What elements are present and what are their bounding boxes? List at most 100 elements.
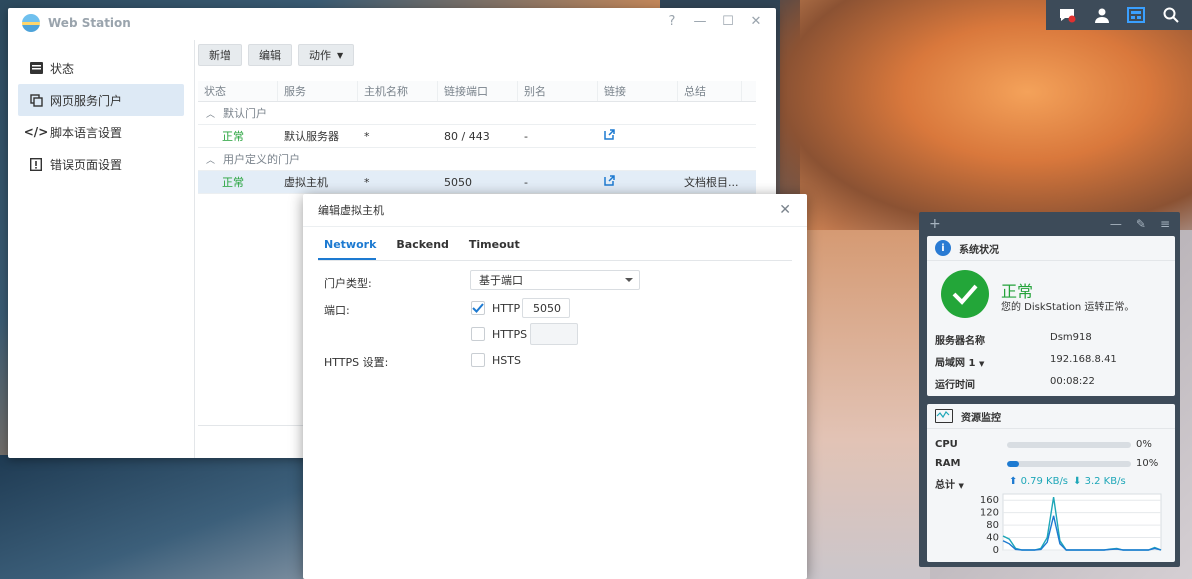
table-group-header[interactable]: ︿ 用户定义的门户 bbox=[198, 148, 756, 171]
download-rate: ⬇ 3.2 KB/s bbox=[1073, 476, 1126, 487]
chart-ytick-label: 120 bbox=[980, 508, 999, 519]
http-checkbox[interactable] bbox=[471, 301, 485, 315]
column-header[interactable]: 总结 bbox=[678, 81, 742, 101]
ram-bar bbox=[1007, 461, 1131, 467]
cell-summary: 文档根目... bbox=[684, 176, 739, 189]
web-station-logo-icon bbox=[22, 14, 40, 32]
caret-down-icon bbox=[625, 278, 633, 282]
http-label: HTTP bbox=[492, 302, 521, 315]
cell-service: 默认服务器 bbox=[284, 130, 339, 143]
ram-bar-fill bbox=[1007, 461, 1020, 467]
monitor-icon bbox=[935, 409, 953, 423]
info-icon: i bbox=[935, 240, 951, 256]
dialog-title[interactable]: 编辑虚拟主机 bbox=[303, 194, 807, 227]
chart-ytick-label: 160 bbox=[980, 495, 999, 506]
info-row: 运行时间 00:08:22 bbox=[935, 376, 1095, 391]
widgets-icon[interactable] bbox=[1125, 4, 1147, 26]
ram-percent: 10% bbox=[1136, 458, 1159, 469]
tab-network[interactable]: Network bbox=[324, 238, 376, 257]
edit-virtual-host-dialog: 编辑虚拟主机 ✕ Network Backend Timeout 门户类型: 基… bbox=[303, 194, 807, 579]
https-label: HTTPS bbox=[492, 328, 528, 341]
column-header[interactable]: 别名 bbox=[518, 81, 598, 101]
tab-timeout[interactable]: Timeout bbox=[469, 238, 520, 257]
column-header[interactable]: 链接 bbox=[598, 81, 678, 101]
cpu-bar bbox=[1007, 442, 1131, 448]
column-header[interactable]: 主机名称 bbox=[358, 81, 438, 101]
upload-arrow-icon: ⬆ bbox=[1009, 476, 1018, 487]
sidebar-item-script[interactable]: </> 脚本语言设置 bbox=[18, 116, 184, 148]
table-group-header[interactable]: ︿ 默认门户 bbox=[198, 102, 756, 125]
error-page-icon bbox=[28, 157, 44, 171]
system-health-widget: i 系统状况 正常 您的 DiskStation 运转正常。 服务器名称 Dsm… bbox=[927, 236, 1175, 396]
monitor-widget-title: 资源监控 bbox=[961, 412, 1001, 424]
info-row: 服务器名称 Dsm918 bbox=[935, 332, 1092, 347]
user-icon[interactable] bbox=[1091, 4, 1113, 26]
column-header[interactable]: 服务 bbox=[278, 81, 358, 101]
minimize-button[interactable]: — bbox=[692, 14, 708, 29]
action-dropdown[interactable]: 动作 ▼ bbox=[298, 44, 355, 66]
chart-ytick-label: 40 bbox=[986, 533, 999, 544]
help-button[interactable]: ? bbox=[664, 14, 680, 29]
cell-port: 80 / 443 bbox=[444, 129, 490, 143]
hsts-checkbox[interactable] bbox=[471, 353, 485, 367]
external-link-icon[interactable] bbox=[604, 129, 615, 143]
maximize-button[interactable]: ☐ bbox=[720, 14, 736, 29]
cell-link bbox=[598, 125, 678, 147]
checkmark-icon bbox=[941, 270, 989, 318]
dialog-tabs: Network Backend Timeout bbox=[324, 238, 520, 257]
chart-plot-area bbox=[1002, 493, 1162, 551]
minimize-icon[interactable]: — bbox=[1110, 217, 1122, 231]
sidebar-item-label: 网页服务门户 bbox=[50, 93, 123, 108]
column-header[interactable]: 链接端口 bbox=[438, 81, 518, 101]
portal-table: 状态 服务 主机名称 链接端口 别名 链接 总结 ︿ 默认门户 正常 默认服务器… bbox=[198, 81, 756, 194]
tab-backend[interactable]: Backend bbox=[396, 238, 449, 257]
caret-down-icon: ▼ bbox=[337, 50, 344, 60]
table-header: 状态 服务 主机名称 链接端口 别名 链接 总结 bbox=[198, 81, 756, 102]
add-widget-icon[interactable]: + bbox=[929, 216, 941, 232]
column-header[interactable]: 状态 bbox=[198, 81, 278, 101]
add-button[interactable]: 新增 bbox=[198, 44, 242, 66]
sidebar-item-portal[interactable]: 网页服务门户 bbox=[18, 84, 184, 116]
window-titlebar[interactable]: Web Station ? — ☐ ✕ bbox=[8, 8, 776, 38]
chart-ytick-label: 0 bbox=[993, 545, 999, 556]
taskbar-tray bbox=[1046, 0, 1192, 30]
cell-status: 正常 bbox=[222, 176, 244, 189]
table-row[interactable]: 正常 默认服务器 * 80 / 443 - bbox=[198, 125, 756, 148]
close-icon[interactable]: ✕ bbox=[779, 202, 791, 218]
caret-down-icon: ▼ bbox=[958, 482, 964, 490]
widget-settings-icon[interactable]: ≡ bbox=[1160, 217, 1170, 231]
https-settings-label: HTTPS 设置: bbox=[324, 356, 389, 369]
close-button[interactable]: ✕ bbox=[748, 14, 764, 29]
sidebar-item-status[interactable]: 状态 bbox=[18, 52, 184, 84]
info-row[interactable]: 局域网 1 ▼ 192.168.8.41 bbox=[935, 354, 1171, 369]
https-checkbox[interactable] bbox=[471, 327, 485, 341]
pin-icon[interactable]: ✎ bbox=[1136, 217, 1146, 231]
https-port-input bbox=[530, 323, 578, 345]
portal-type-value: 基于端口 bbox=[479, 274, 523, 287]
tab-divider bbox=[318, 260, 792, 261]
chevron-up-icon: ︿ bbox=[206, 155, 216, 166]
table-row[interactable]: 正常 虚拟主机 * 5050 - 文档根目... bbox=[198, 171, 756, 194]
hsts-label: HSTS bbox=[492, 354, 521, 367]
ram-label: RAM bbox=[935, 458, 961, 469]
sidebar-item-error-page[interactable]: 错误页面设置 bbox=[18, 148, 184, 180]
upload-rate: ⬆ 0.79 KB/s bbox=[1009, 476, 1069, 487]
chart-ytick-label: 80 bbox=[986, 520, 999, 531]
search-icon[interactable] bbox=[1160, 4, 1182, 26]
edit-button[interactable]: 编辑 bbox=[248, 44, 292, 66]
cpu-label: CPU bbox=[935, 439, 958, 450]
cell-host: * bbox=[364, 175, 370, 189]
cell-summary bbox=[678, 125, 742, 147]
toolbar: 新增 编辑 动作 ▼ bbox=[198, 44, 758, 66]
system-status-desc: 您的 DiskStation 运转正常。 bbox=[1001, 302, 1135, 313]
portal-type-select[interactable]: 基于端口 bbox=[470, 270, 640, 290]
checkmark-icon bbox=[472, 303, 484, 313]
external-link-icon[interactable] bbox=[604, 175, 615, 189]
cell-host: * bbox=[364, 129, 370, 143]
portal-icon bbox=[28, 93, 44, 107]
group-name: 用户定义的门户 bbox=[223, 153, 301, 166]
http-port-input[interactable]: 5050 bbox=[522, 298, 570, 318]
notification-chat-icon[interactable] bbox=[1056, 4, 1078, 26]
total-dropdown[interactable]: 总计 ▼ bbox=[935, 476, 964, 491]
sidebar-item-label: 状态 bbox=[50, 61, 75, 76]
